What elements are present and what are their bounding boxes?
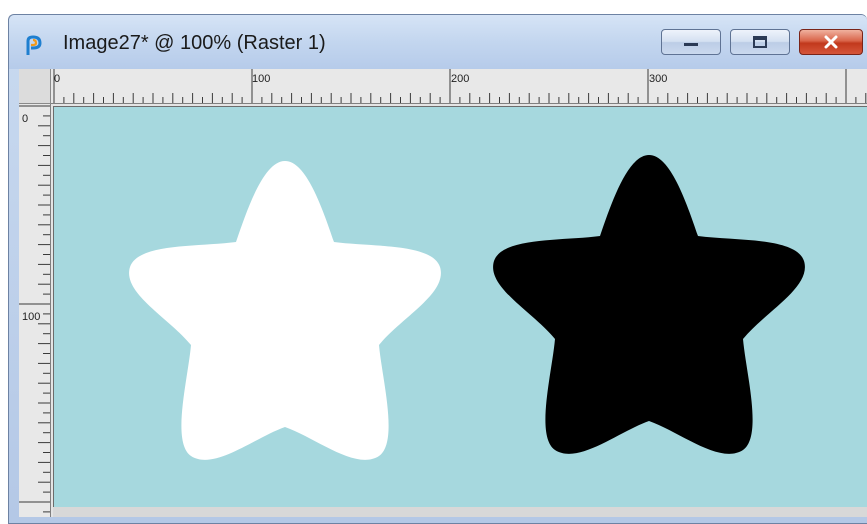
maximize-icon	[752, 36, 768, 48]
horizontal-ruler[interactable]: 0 100 200 300	[51, 69, 867, 104]
hruler-label-200: 200	[451, 73, 469, 85]
minimize-button[interactable]	[661, 29, 721, 55]
hruler-label-100: 100	[252, 73, 270, 85]
vruler-label-100: 100	[22, 311, 40, 323]
vruler-label-100-text: 100	[22, 311, 40, 323]
canvas-bottom-edge	[53, 507, 867, 517]
close-icon	[823, 35, 839, 49]
vertical-ruler[interactable]: 0 100	[19, 104, 51, 517]
image-window: Image27* @ 100% (Raster 1) 0 100 200 300…	[8, 14, 867, 524]
window-title: Image27* @ 100% (Raster 1)	[63, 32, 326, 54]
black-star[interactable]	[493, 155, 805, 454]
hruler-label-300: 300	[649, 73, 667, 85]
image-canvas[interactable]	[53, 106, 867, 507]
hruler-label-0: 0	[54, 73, 60, 85]
white-star[interactable]	[129, 161, 441, 460]
paintshop-pro-icon	[25, 35, 43, 57]
vruler-label-0: 0	[22, 113, 28, 125]
minimize-icon	[683, 37, 699, 47]
maximize-button[interactable]	[730, 29, 790, 55]
ruler-corner	[19, 69, 51, 104]
document-area: 0 100 200 300 0 100	[19, 69, 867, 517]
close-button[interactable]	[799, 29, 863, 55]
title-bar[interactable]: Image27* @ 100% (Raster 1)	[9, 15, 867, 69]
